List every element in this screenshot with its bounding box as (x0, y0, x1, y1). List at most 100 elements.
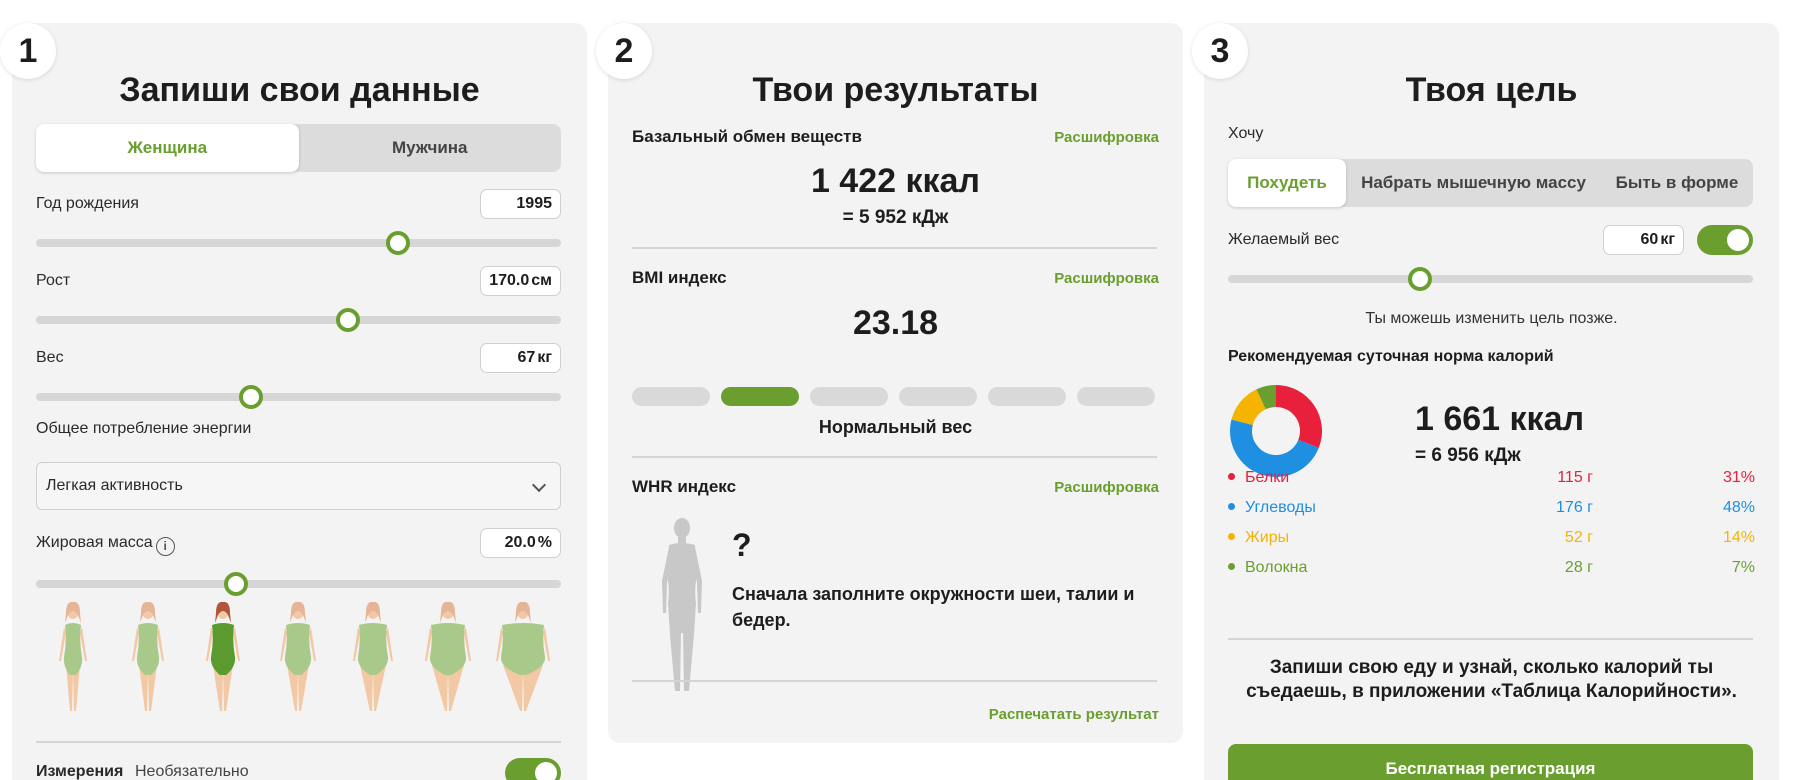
desired-weight-value: 60 (1640, 231, 1659, 248)
macro-percent: 48% (1722, 499, 1755, 516)
measurements-hint: Необязательно (135, 763, 249, 780)
bmi-label: BMI индекс (632, 268, 727, 287)
weight-slider-knob[interactable] (239, 385, 264, 409)
energy-label: Общее потребление энергии (36, 420, 252, 437)
goal-switch: Похудеть Набрать мышечную массу Быть в ф… (1228, 159, 1753, 207)
height-value: 170.0 (489, 272, 530, 289)
daily-kj: = 6 956 кДж (1415, 445, 1521, 466)
weight-slider[interactable] (36, 393, 561, 401)
panel-title: Твоя цель (1405, 71, 1578, 109)
macros-donut-chart (1230, 385, 1322, 478)
goal-note: Ты можешь изменить цель позже. (1365, 310, 1618, 327)
divider (632, 247, 1157, 249)
desired-weight-unit: кг (1660, 231, 1675, 248)
gender-switch: Женщина Мужчина (36, 124, 561, 172)
height-input[interactable]: 170.0 см (480, 266, 561, 296)
measurements-toggle[interactable] (505, 758, 561, 780)
weight-unit: кг (537, 349, 552, 366)
macro-grams: 176 г (1556, 499, 1593, 516)
body-type-figure[interactable] (496, 601, 550, 711)
bmr-explain-link[interactable]: Расшифровка (1054, 129, 1159, 146)
macro-percent: 31% (1722, 469, 1755, 486)
goal-lose-weight-button[interactable]: Похудеть (1228, 159, 1346, 207)
desired-weight-toggle[interactable] (1697, 225, 1753, 255)
recommended-title: Рекомендуемая суточная норма калорий (1228, 348, 1554, 365)
fat-label: Жировая масса i (36, 534, 175, 556)
whr-hint: Сначала заполните окружности шеи, талии … (732, 584, 1135, 630)
macro-name: Углеводы (1228, 499, 1316, 517)
fat-input[interactable]: 20.0% (480, 528, 561, 558)
macro-dot-icon (1228, 473, 1235, 480)
chevron-down-icon (531, 477, 547, 493)
donut-slice (1276, 385, 1322, 448)
measurements-label: Измерения (36, 763, 124, 780)
bmi-scale-segment (899, 387, 977, 406)
birth-year-slider[interactable] (36, 239, 561, 247)
height-slider[interactable] (36, 316, 561, 324)
gender-female-button[interactable]: Женщина (36, 124, 299, 172)
body-type-figure[interactable] (425, 601, 471, 711)
divider (36, 741, 561, 743)
gender-male-button[interactable]: Мужчина (299, 124, 562, 172)
macro-dot-icon (1228, 533, 1235, 540)
body-type-figure[interactable] (353, 601, 393, 711)
fat-label-text: Жировая масса (36, 534, 153, 551)
goal-stay-fit-button[interactable]: Быть в форме (1601, 159, 1753, 207)
height-unit: см (531, 272, 552, 289)
birth-year-input[interactable]: 1995 (480, 189, 561, 219)
macro-name: Волокна (1228, 559, 1307, 577)
body-type-figure[interactable] (132, 601, 164, 711)
bmi-scale-segment (721, 387, 799, 406)
bmi-status: Нормальный вес (818, 417, 973, 437)
weight-label: Вес (36, 349, 64, 366)
register-button[interactable]: Бесплатная регистрация (1228, 744, 1753, 780)
macro-name: Жиры (1228, 529, 1289, 547)
bmi-scale-segment (632, 387, 710, 406)
bmr-kcal: 1 422 ккал (810, 162, 981, 200)
body-type-figure[interactable] (280, 601, 316, 711)
bmi-value: 23.18 (852, 304, 939, 342)
macro-percent: 14% (1722, 529, 1755, 546)
body-type-figure[interactable] (206, 601, 240, 711)
goal-gain-muscle-button[interactable]: Набрать мышечную массу (1346, 159, 1601, 207)
fat-unit: % (537, 534, 552, 551)
height-slider-knob[interactable] (336, 308, 361, 332)
whr-question-mark: ? (732, 527, 752, 563)
birth-year-label: Год рождения (36, 195, 139, 212)
fat-slider-knob[interactable] (223, 572, 248, 596)
bmr-label: Базальный обмен веществ (632, 127, 862, 146)
macro-dot-icon (1228, 563, 1235, 570)
weight-input[interactable]: 67 кг (480, 343, 561, 373)
desired-weight-input[interactable]: 60 кг (1603, 225, 1684, 255)
desired-weight-slider[interactable] (1228, 275, 1753, 283)
macro-grams: 28 г (1564, 559, 1593, 576)
panel-title: Твои результаты (752, 71, 1039, 109)
divider (632, 456, 1157, 458)
birth-year-slider-knob[interactable] (386, 231, 411, 255)
body-type-figures[interactable] (36, 601, 561, 713)
goal-panel: 3 Твоя цель Хочу Похудеть Набрать мышечн… (1192, 23, 1779, 780)
whr-explain-link[interactable]: Расшифровка (1054, 479, 1159, 496)
macro-dot-icon (1228, 503, 1235, 510)
birth-year-value: 1995 (516, 195, 552, 212)
print-results-link[interactable]: Распечатать результат (989, 706, 1159, 723)
desired-weight-slider-knob[interactable] (1407, 267, 1432, 291)
bmr-kj: = 5 952 кДж (842, 207, 949, 228)
bmi-explain-link[interactable]: Расшифровка (1054, 270, 1159, 287)
macro-percent: 7% (1731, 559, 1755, 576)
bmi-scale-segment (988, 387, 1066, 406)
activity-select-value: Легкая активность (46, 477, 183, 494)
silhouette-icon (662, 518, 702, 691)
cta-text: Запиши свою еду и узнай, сколько калорий… (1246, 657, 1737, 702)
info-icon[interactable]: i (155, 537, 175, 556)
macro-grams: 115 г (1557, 469, 1593, 486)
height-label: Рост (36, 272, 71, 289)
body-type-figure[interactable] (59, 601, 87, 711)
want-label: Хочу (1228, 125, 1264, 142)
data-input-panel: 1 Запиши свои данные Женщина Мужчина Год… (0, 23, 587, 780)
activity-select[interactable]: Легкая активность (36, 462, 561, 510)
fat-value: 20.0 (504, 534, 536, 551)
macro-name: Белки (1228, 469, 1289, 487)
macro-grams: 52 г (1564, 529, 1593, 546)
fat-slider[interactable] (36, 580, 561, 588)
